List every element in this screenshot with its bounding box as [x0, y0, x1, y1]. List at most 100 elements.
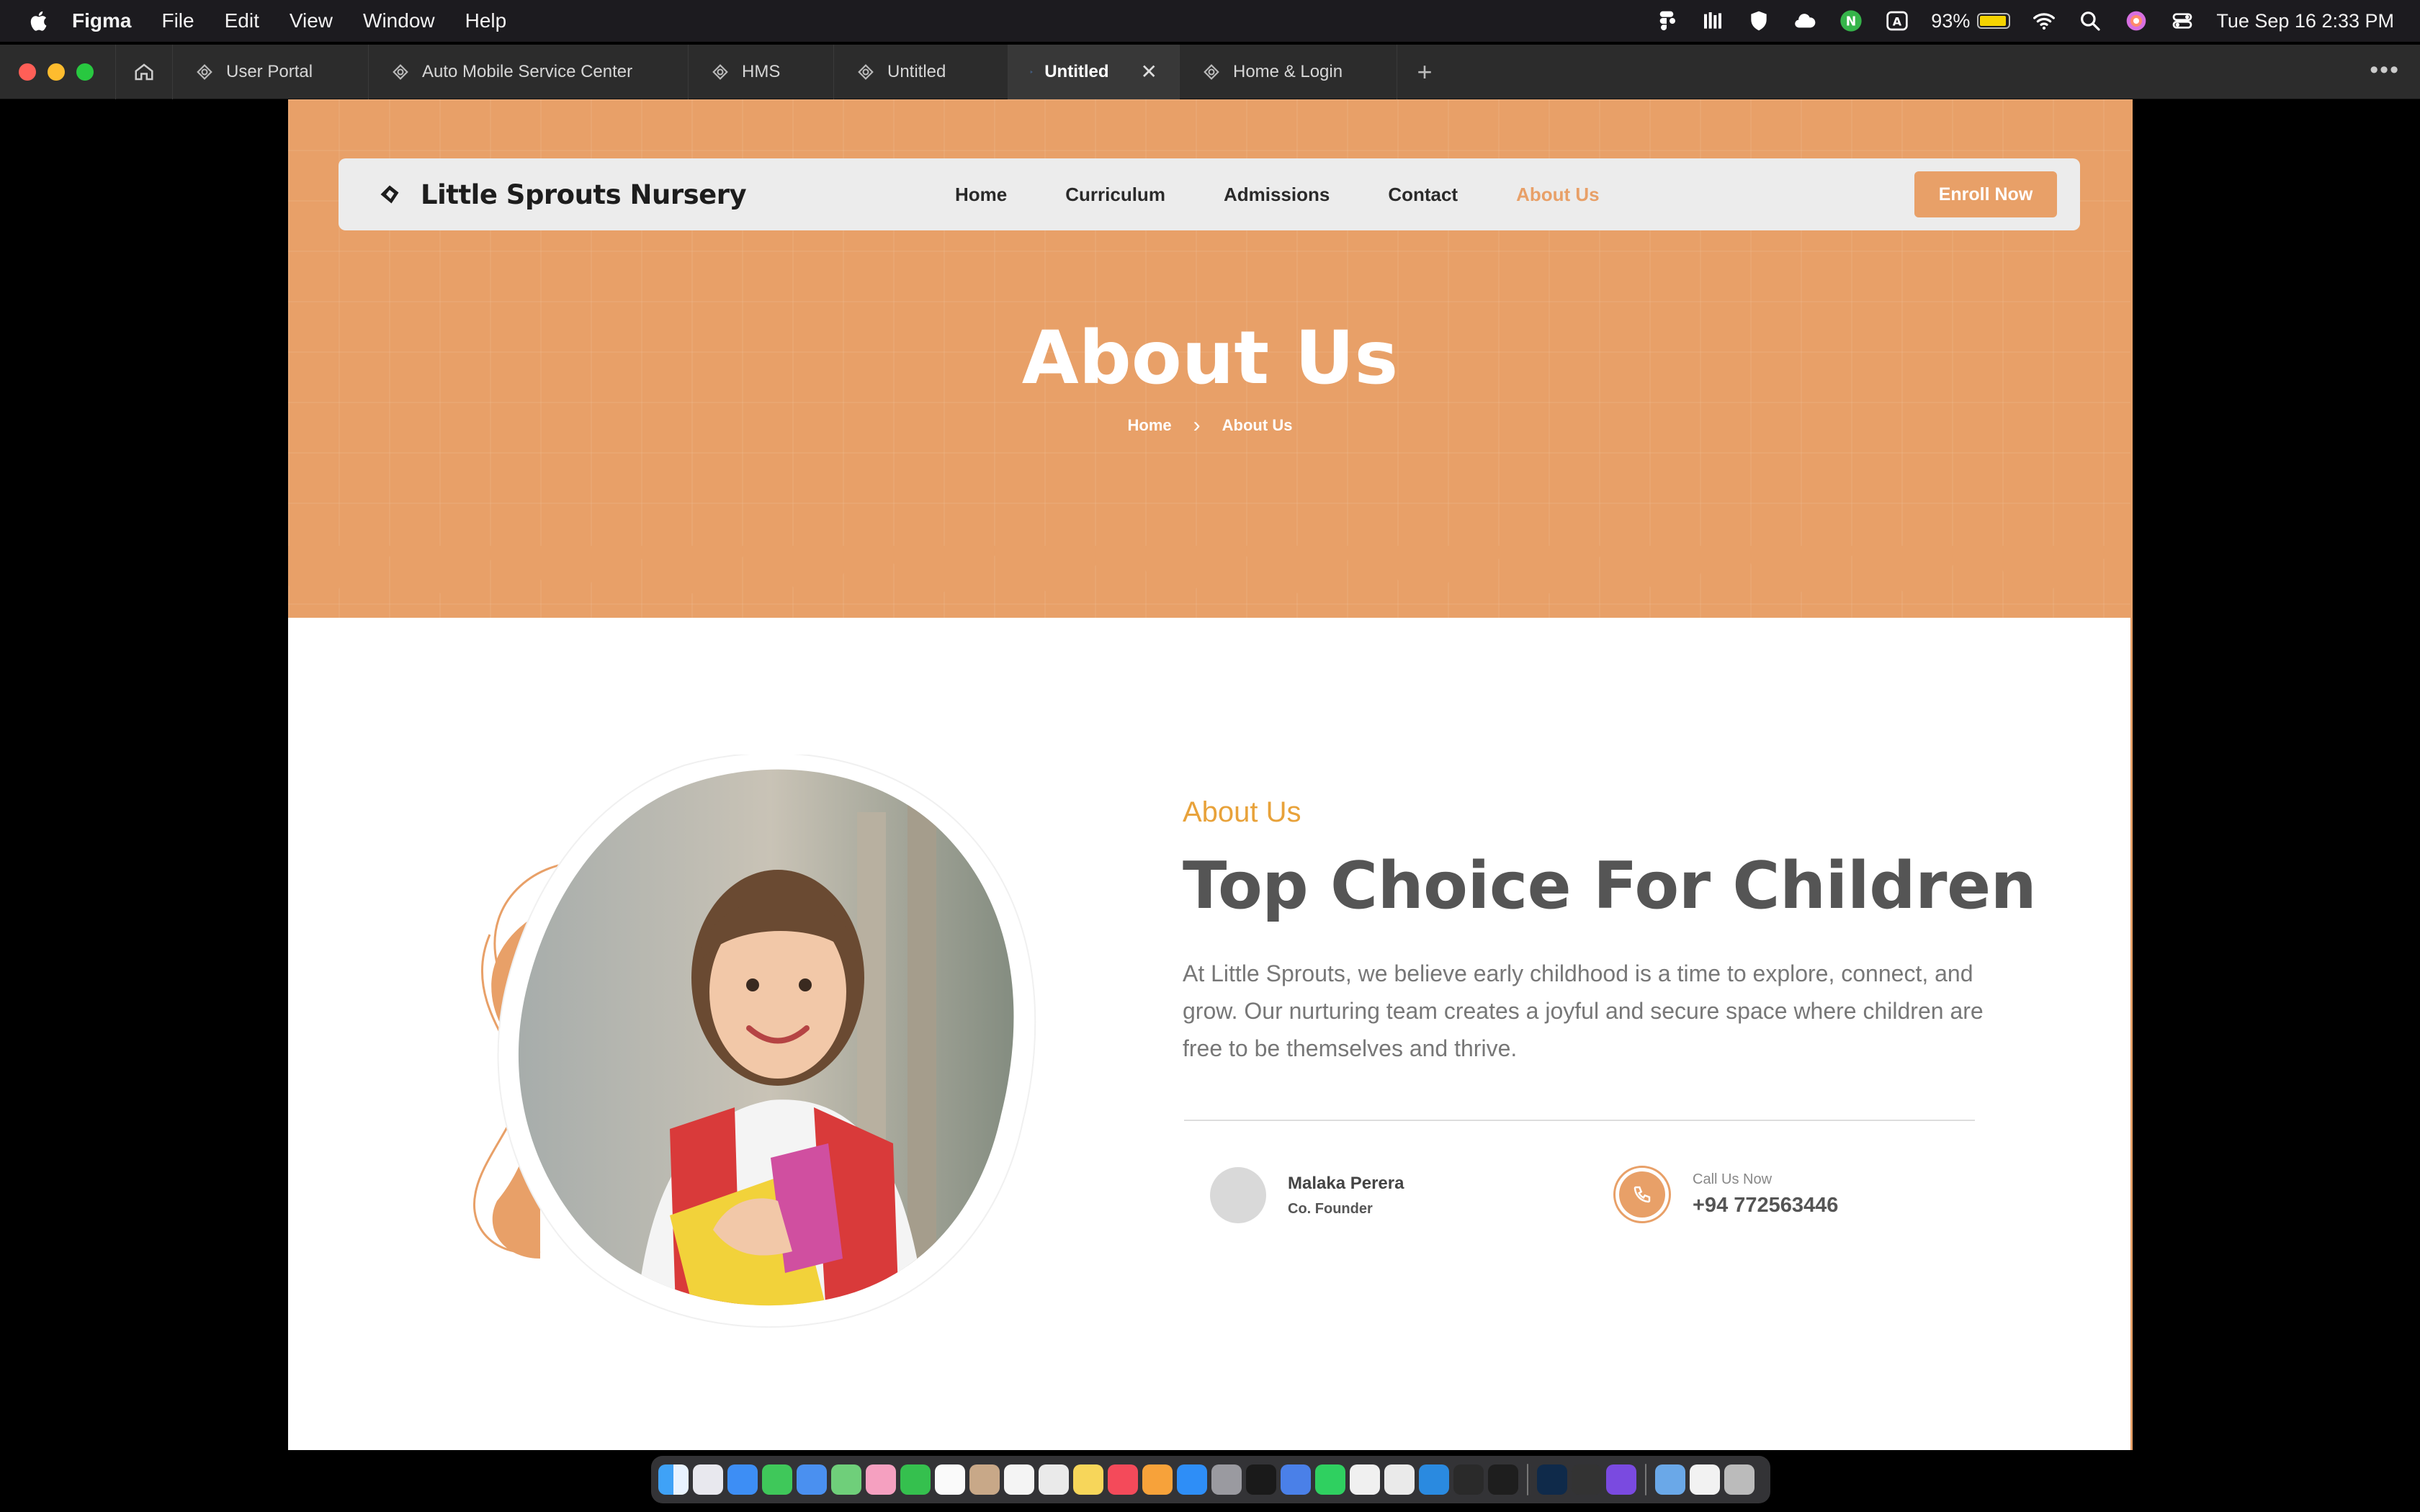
- nav-admissions[interactable]: Admissions: [1224, 184, 1330, 206]
- avatar: [1210, 1167, 1266, 1223]
- chatgpt-icon[interactable]: [1384, 1464, 1415, 1495]
- documents-folder-icon[interactable]: [1690, 1464, 1720, 1495]
- pages-icon[interactable]: [1142, 1464, 1173, 1495]
- contacts-icon[interactable]: [969, 1464, 1000, 1495]
- figma-icon[interactable]: [1488, 1464, 1518, 1495]
- safari-icon[interactable]: [727, 1464, 758, 1495]
- tab-label: HMS: [742, 61, 781, 81]
- facetime-icon[interactable]: [900, 1464, 931, 1495]
- terminal-icon[interactable]: [1453, 1464, 1484, 1495]
- battery-percent: 93%: [1931, 9, 1971, 32]
- close-window-button[interactable]: [19, 63, 36, 81]
- app-store-icon[interactable]: [1177, 1464, 1207, 1495]
- figma-file-icon: [712, 63, 728, 80]
- brand-name[interactable]: Little Sprouts Nursery: [421, 179, 747, 210]
- music-icon[interactable]: [1108, 1464, 1138, 1495]
- minimize-window-button[interactable]: [48, 63, 65, 81]
- whatsapp-icon[interactable]: [1315, 1464, 1345, 1495]
- clock[interactable]: Tue Sep 16 2:33 PM: [2216, 10, 2394, 32]
- finder-icon[interactable]: [658, 1464, 689, 1495]
- control-center-icon[interactable]: [2170, 10, 2195, 32]
- menu-view[interactable]: View: [290, 9, 333, 32]
- input-source-icon[interactable]: A: [1885, 10, 1909, 32]
- vscode-icon[interactable]: [1419, 1464, 1449, 1495]
- plus-icon[interactable]: +: [1397, 45, 1452, 99]
- founder-name: Malaka Perera: [1288, 1173, 1404, 1193]
- tab-label: Untitled: [887, 61, 946, 81]
- calendar-icon[interactable]: [935, 1464, 965, 1495]
- tab-auto-mobile-service-center[interactable]: Auto Mobile Service Center: [369, 44, 689, 99]
- tab-hms[interactable]: HMS: [689, 44, 834, 99]
- shield-icon[interactable]: [1747, 10, 1771, 32]
- apple-icon[interactable]: [29, 10, 48, 32]
- tab-untitled-active[interactable]: Untitled ✕: [1008, 44, 1180, 99]
- trash-icon[interactable]: [1724, 1464, 1754, 1495]
- founder-role: Co. Founder: [1288, 1200, 1373, 1217]
- keynote-icon[interactable]: [1281, 1464, 1311, 1495]
- reminders-icon[interactable]: [1004, 1464, 1034, 1495]
- system-settings-icon[interactable]: [1211, 1464, 1242, 1495]
- window-controls: [19, 63, 94, 81]
- girl-photo-blob: [473, 755, 1036, 1328]
- search-icon[interactable]: [2078, 10, 2102, 32]
- freeform-icon[interactable]: [1039, 1464, 1069, 1495]
- tab-home-login[interactable]: Home & Login: [1180, 44, 1397, 99]
- wifi-icon[interactable]: [2032, 10, 2056, 32]
- downloads-folder-icon[interactable]: [1655, 1464, 1685, 1495]
- logo-icon: [380, 185, 399, 204]
- svg-text:N: N: [1846, 15, 1857, 30]
- tab-label: User Portal: [226, 61, 313, 81]
- battery-icon: [1977, 13, 2011, 29]
- menu-window[interactable]: Window: [363, 9, 435, 32]
- phone-icon: [1634, 1186, 1651, 1203]
- maps-icon[interactable]: [831, 1464, 861, 1495]
- section-body: At Little Sprouts, we believe early chil…: [1183, 960, 1984, 1061]
- page-title: About Us: [1021, 315, 1399, 401]
- photos-icon[interactable]: [866, 1464, 896, 1495]
- app-menu-figma[interactable]: Figma: [72, 9, 131, 32]
- script-editor-icon[interactable]: [1350, 1464, 1380, 1495]
- apple-tv-icon[interactable]: [1246, 1464, 1276, 1495]
- tab-label: Auto Mobile Service Center: [422, 61, 633, 81]
- siri-icon[interactable]: [2124, 10, 2148, 32]
- figma-file-icon: [1204, 63, 1219, 80]
- stats-icon[interactable]: [1700, 10, 1725, 32]
- menu-help[interactable]: Help: [465, 9, 507, 32]
- close-icon[interactable]: ✕: [1141, 60, 1157, 84]
- nav-home[interactable]: Home: [955, 184, 1007, 206]
- nav-contact[interactable]: Contact: [1388, 184, 1458, 206]
- chevron-right-icon: ›: [1193, 413, 1201, 437]
- messages-icon[interactable]: [762, 1464, 792, 1495]
- home-button[interactable]: [115, 44, 173, 99]
- photoshop-icon[interactable]: [1537, 1464, 1567, 1495]
- tab-untitled[interactable]: Untitled: [834, 44, 1008, 99]
- tab-user-portal[interactable]: User Portal: [173, 44, 369, 99]
- section-divider: [1184, 1120, 1975, 1121]
- setapp-icon[interactable]: [1606, 1464, 1636, 1495]
- dock-separator: [1645, 1464, 1646, 1495]
- launchpad-icon[interactable]: [693, 1464, 723, 1495]
- phone-button[interactable]: [1613, 1166, 1671, 1223]
- n-app-icon[interactable]: N: [1839, 10, 1863, 32]
- more-icon[interactable]: •••: [2370, 56, 2400, 84]
- site-navbar: Little Sprouts Nursery Home Curriculum A…: [339, 158, 2080, 230]
- figma-file-icon: [197, 63, 212, 80]
- figma-status-icon[interactable]: [1654, 10, 1679, 32]
- zoom-window-button[interactable]: [76, 63, 94, 81]
- menu-file[interactable]: File: [161, 9, 194, 32]
- breadcrumb: Home › About Us: [288, 413, 2132, 438]
- nav-about-us[interactable]: About Us: [1516, 184, 1600, 206]
- svg-text:A: A: [1893, 15, 1902, 29]
- mail-icon[interactable]: [797, 1464, 827, 1495]
- nav-curriculum[interactable]: Curriculum: [1065, 184, 1165, 206]
- enroll-now-button[interactable]: Enroll Now: [1914, 171, 2057, 217]
- battery-status[interactable]: 93%: [1931, 9, 2011, 32]
- call-us-block[interactable]: Call Us Now +94 772563446: [1613, 1166, 1838, 1223]
- phone-number[interactable]: +94 772563446: [1693, 1194, 1838, 1218]
- cloud-icon[interactable]: [1793, 10, 1817, 32]
- breadcrumb-home[interactable]: Home: [1128, 416, 1172, 435]
- menu-edit[interactable]: Edit: [225, 9, 259, 32]
- figma-file-icon: [393, 63, 408, 80]
- notes-icon[interactable]: [1073, 1464, 1103, 1495]
- console-icon[interactable]: [1572, 1464, 1602, 1495]
